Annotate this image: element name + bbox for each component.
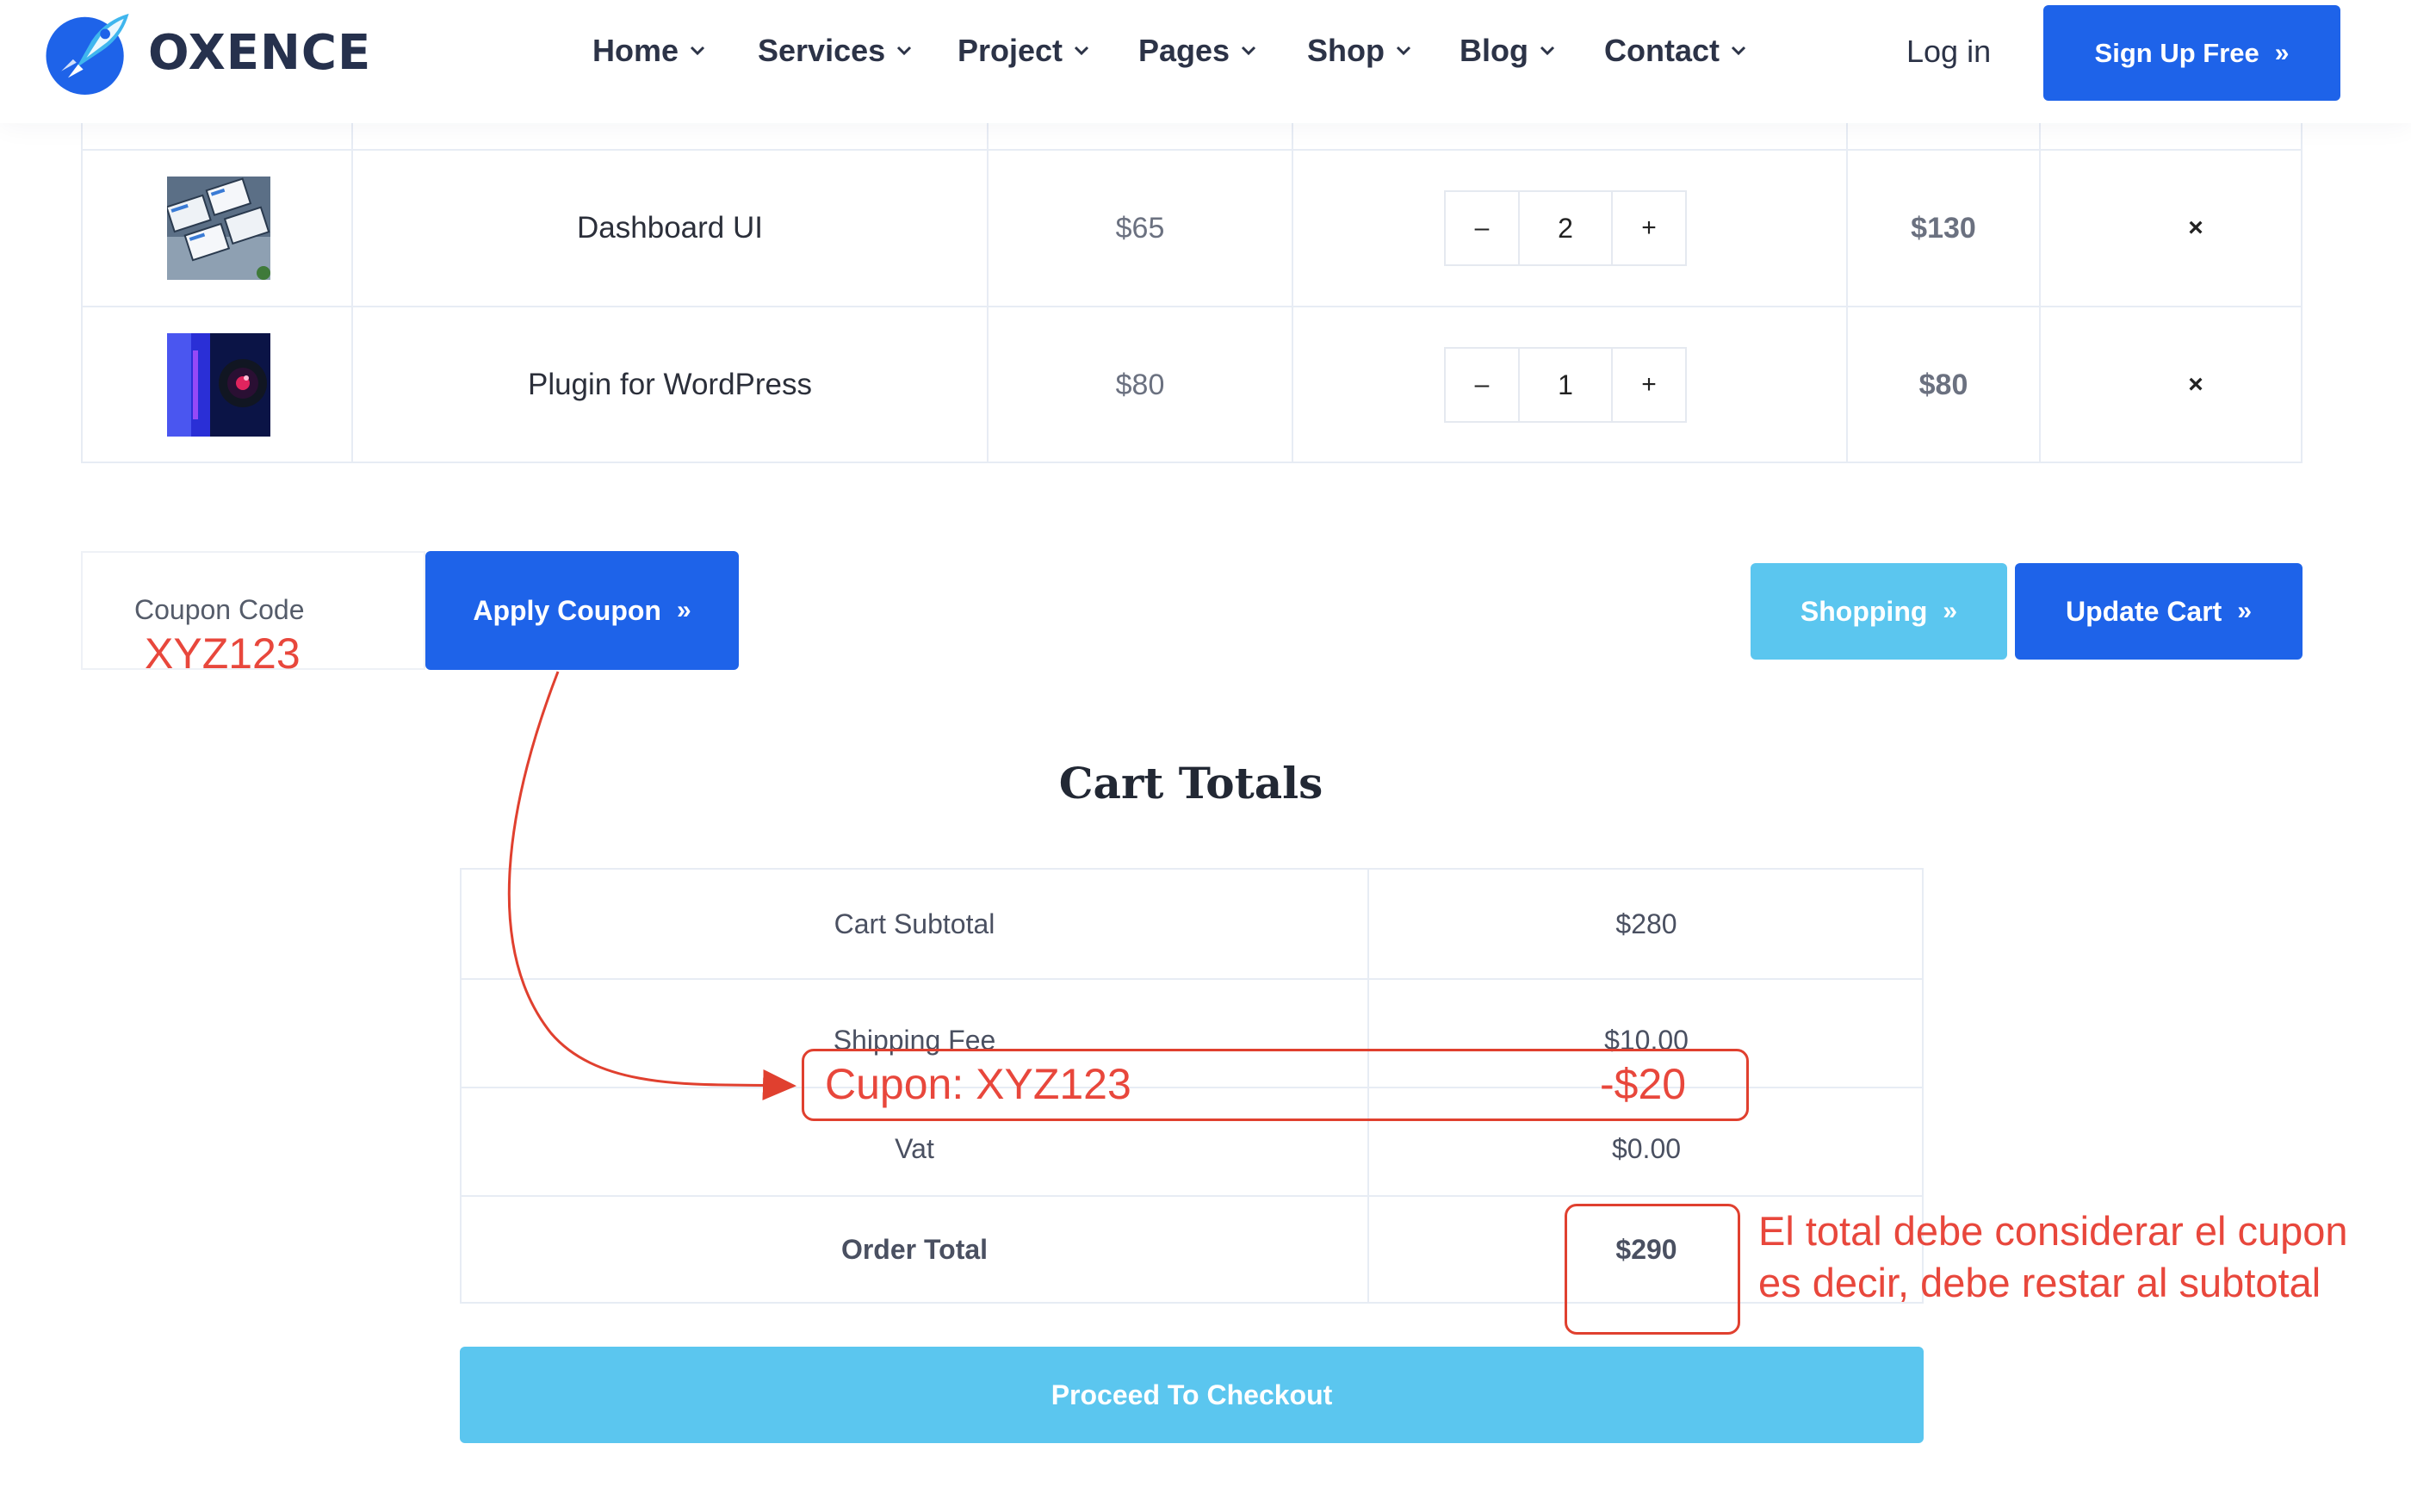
decrease-quantity-button[interactable]: – [1444,347,1520,423]
row-subtotal: $130 [1911,211,1976,245]
shopping-button[interactable]: Shopping » [1751,563,2007,660]
decrease-quantity-button[interactable]: – [1444,190,1520,266]
chevron-down-icon [690,46,705,56]
coupon-line-value: -$20 [1600,1060,1687,1108]
nav-label: Blog [1460,33,1528,68]
logo[interactable]: OXENCE [42,9,371,96]
nav-label: Contact [1604,33,1720,68]
rocket-logo-icon [46,13,129,96]
double-chevron-right-icon: » [676,596,691,624]
brand-name: OXENCE [148,24,372,81]
shopping-label: Shopping [1800,595,1928,627]
nav-shop[interactable]: Shop [1307,33,1412,69]
order-total-label: Order Total [840,1233,989,1265]
column-divider [1292,123,1293,462]
nav-label: Shop [1307,33,1385,68]
remove-item-button[interactable]: × [2170,359,2222,411]
coupon-placeholder: Coupon Code [134,594,305,625]
cart-totals-title: Cart Totals [1058,758,1323,809]
signup-label: Sign Up Free [2094,37,2259,68]
coupon-annotation-value: XYZ123 [145,629,301,678]
double-chevron-right-icon: » [1943,597,1958,625]
double-chevron-right-icon: » [2274,38,2290,67]
nav-label: Project [958,33,1063,68]
nav-blog[interactable]: Blog [1460,33,1556,69]
row-divider [462,978,1922,980]
chevron-down-icon [1540,46,1555,56]
signup-button[interactable]: Sign Up Free » [2043,5,2340,101]
column-divider [2039,123,2041,462]
nav-services[interactable]: Services [758,33,913,69]
nav-contact[interactable]: Contact [1604,33,1747,69]
annotation-note: El total debe considerar el cupon es dec… [1758,1205,2348,1309]
nav-home[interactable]: Home [592,33,706,69]
remove-item-button[interactable]: × [2170,202,2222,254]
product-price: $80 [1115,368,1165,401]
nav-label: Home [592,33,679,68]
chevron-down-icon [1242,46,1256,56]
quantity-stepper: – 2 + [1444,190,1687,266]
dashboard-thumbnail[interactable] [167,177,270,280]
apply-coupon-label: Apply Coupon [473,594,661,626]
quantity-input[interactable]: 1 [1520,347,1611,423]
increase-quantity-button[interactable]: + [1611,347,1687,423]
cart-table: Dashboard UI $65 – 2 + $130 × Plugin for… [81,123,2303,463]
chevron-down-icon [1074,46,1089,56]
totals-label: Vat [895,1132,934,1164]
chevron-down-icon [1731,46,1746,56]
totals-value: $280 [1615,908,1677,939]
totals-label: Cart Subtotal [834,908,995,939]
annotation-note-line: El total debe considerar el cupon [1758,1208,2348,1254]
quantity-input[interactable]: 2 [1520,190,1611,266]
coupon-line-label: Cupon: XYZ123 [825,1060,1131,1108]
product-price: $65 [1115,211,1165,245]
nav-pages[interactable]: Pages [1138,33,1257,69]
login-link[interactable]: Log in [1906,34,1991,70]
proceed-to-checkout-button[interactable]: Proceed To Checkout [460,1347,1924,1443]
product-name[interactable]: Plugin for WordPress [353,307,987,462]
update-cart-label: Update Cart [2065,595,2222,627]
plugin-thumbnail[interactable] [167,333,270,437]
site-header: OXENCE Home Services Project Pages Shop … [0,0,2411,123]
quantity-stepper: – 1 + [1444,347,1687,423]
totals-value: $0.00 [1611,1132,1682,1164]
order-total-annotation-box [1565,1204,1740,1335]
nav-label: Pages [1138,33,1230,68]
increase-quantity-button[interactable]: + [1611,190,1687,266]
annotation-note-line: es decir, debe restar al subtotal [1758,1260,2321,1305]
nav-project[interactable]: Project [958,33,1090,69]
double-chevron-right-icon: » [2237,597,2253,625]
nav-label: Services [758,33,886,68]
row-subtotal: $80 [1918,368,1968,401]
chevron-down-icon [897,46,912,56]
product-name[interactable]: Dashboard UI [353,151,987,306]
chevron-down-icon [1396,46,1411,56]
apply-coupon-button[interactable]: Apply Coupon » [425,551,739,670]
update-cart-button[interactable]: Update Cart » [2015,563,2303,660]
